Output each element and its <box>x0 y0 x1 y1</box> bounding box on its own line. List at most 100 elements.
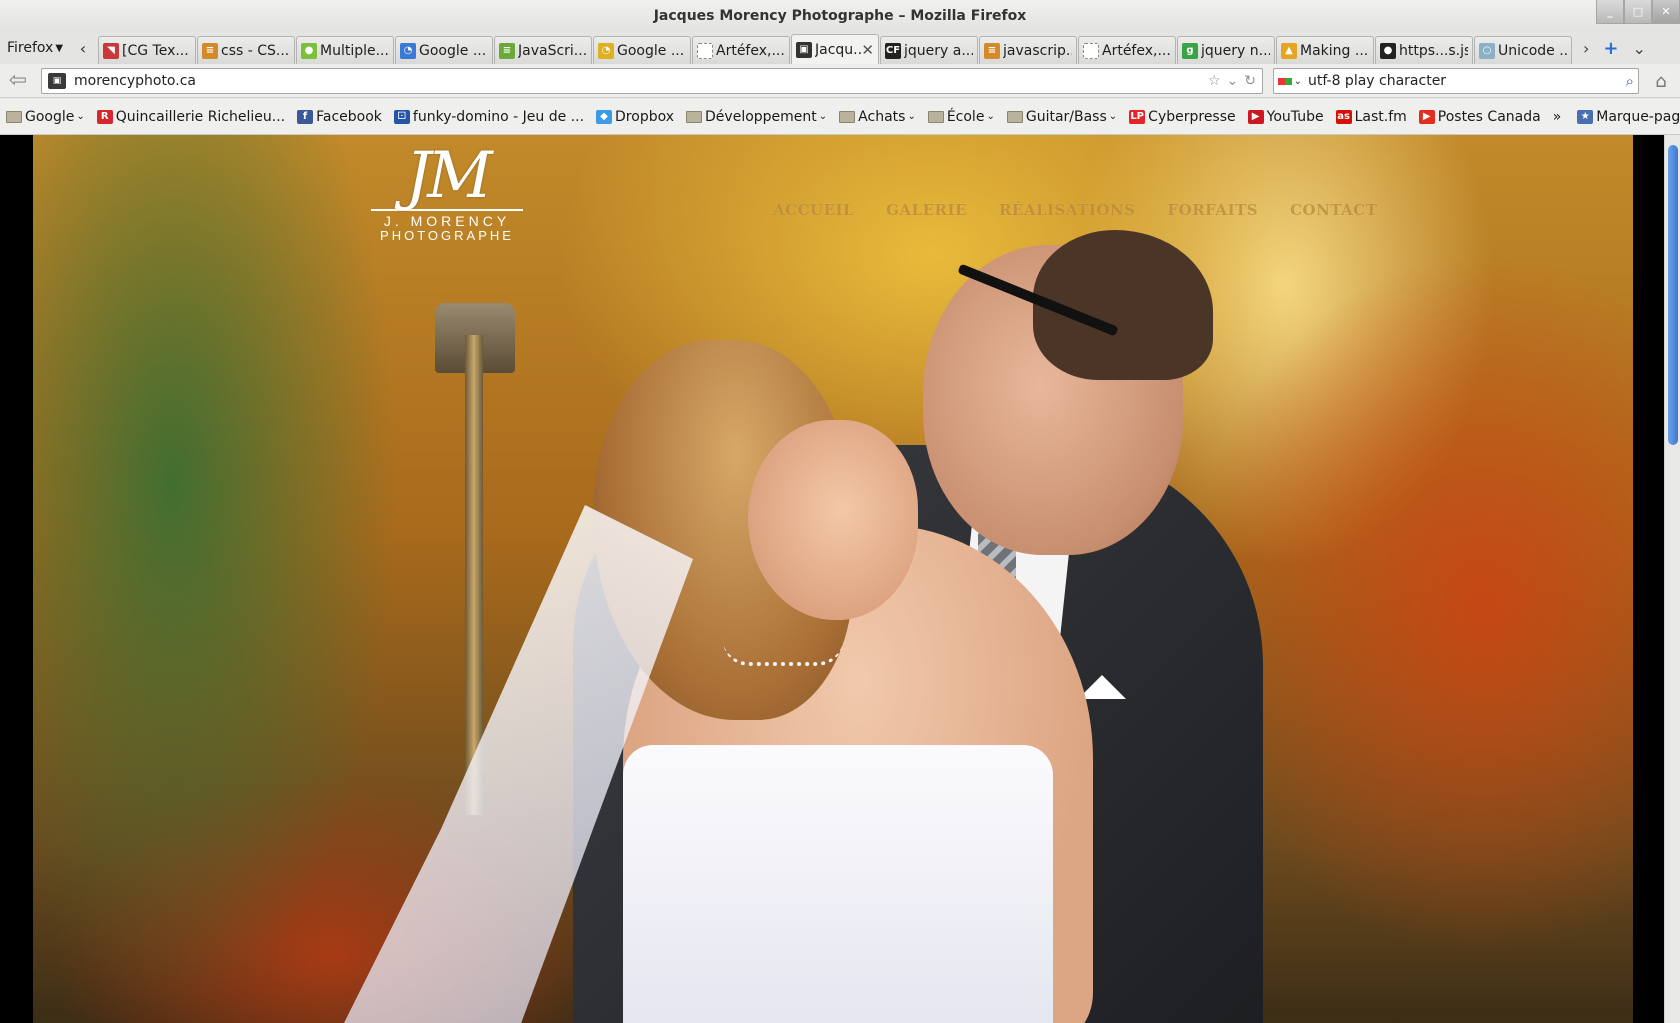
close-window-button[interactable]: ✕ <box>1652 0 1680 24</box>
nav-link-forfaits[interactable]: FORFAITS <box>1167 201 1258 219</box>
hero-wedding-photo: JM J. MORENCY PHOTOGRAPHE ACCUEIL GALERI… <box>33 135 1633 1023</box>
google-search-engine-icon[interactable]: ⌄ <box>1278 72 1302 90</box>
chevron-down-icon: ▼ <box>55 42 64 54</box>
tab-list: ◥ [CG Tex... ≡ css - CS... ● Multiple... ◔ Goog… <box>98 34 1573 64</box>
site-logo[interactable]: JM J. MORENCY PHOTOGRAPHE <box>371 143 523 251</box>
folder-icon <box>6 110 22 123</box>
tab-favicon-icon: ≡ <box>984 42 1000 59</box>
folder-icon <box>1006 110 1023 123</box>
bookmark-item[interactable]: ▶ Postes Canada <box>1418 109 1541 125</box>
nav-link-galerie[interactable]: GALERIE <box>886 201 967 219</box>
folder-icon <box>927 110 944 123</box>
firefox-menu-label: Firefox <box>7 40 54 56</box>
bookmarks-menu-button[interactable]: ★ Marque-pages <box>1577 109 1680 125</box>
tab-label: Artéfex,... <box>1102 42 1171 59</box>
url-text[interactable]: morencyphoto.ca <box>74 73 196 89</box>
tab-favicon-icon: ○ <box>1479 42 1495 59</box>
chevron-down-icon: ⌄ <box>76 111 85 122</box>
scrollbar-thumb[interactable] <box>1668 145 1678 445</box>
browser-tab[interactable]: CF jquery a... <box>880 36 978 64</box>
folder-icon <box>686 110 703 123</box>
tabs-scroll-right-button[interactable]: › <box>1583 39 1589 58</box>
bookmark-item[interactable]: LP Cyberpresse <box>1129 108 1236 125</box>
tab-label: Making ... <box>1300 42 1369 59</box>
firefox-menu-button[interactable]: Firefox ▼ <box>0 32 68 64</box>
bookmark-favicon-icon: ▶ <box>1247 109 1264 124</box>
bookmarks-list: Google ⌄ R Quincaillerie Richelieu... f Faceb… <box>6 109 1553 125</box>
tab-favicon-icon: ▲ <box>1281 42 1297 59</box>
tab-label: Artéfex,... <box>716 42 785 59</box>
back-button[interactable]: ⇦ <box>3 66 33 96</box>
bookmark-item[interactable]: ⚀ funky-domino - Jeu de ... <box>393 109 584 125</box>
wedding-dress <box>623 745 1053 1023</box>
bookmark-folder[interactable]: Google ⌄ <box>6 109 85 125</box>
bookmark-item[interactable]: ◆ Dropbox <box>596 109 674 125</box>
browser-tab[interactable]: ▣ Jacqu... ✕ <box>791 34 879 64</box>
site-navigation: ACCUEIL GALERIE RÉALISATIONS FORFAITS CO… <box>773 201 1377 219</box>
minimize-button[interactable]: _ <box>1596 0 1624 24</box>
browser-tab[interactable]: ◔ Google ... <box>395 36 493 64</box>
nav-link-realisations[interactable]: RÉALISATIONS <box>999 201 1136 219</box>
chevron-down-icon: ⌄ <box>986 111 995 122</box>
bookmarks-overflow-chevron-icon[interactable]: » <box>1553 109 1562 125</box>
bookmark-favicon-icon: ▶ <box>1418 109 1435 124</box>
browser-tab[interactable]: ▲ Making ... <box>1276 36 1374 64</box>
browser-tab[interactable]: ○ Unicode ... <box>1474 36 1572 64</box>
browser-tab[interactable]: ≡ javascrip... <box>979 36 1077 64</box>
bookmark-label: École <box>946 108 985 125</box>
bookmark-favicon-icon: ◆ <box>596 109 613 124</box>
nav-link-contact[interactable]: CONTACT <box>1290 201 1377 219</box>
bookmark-item[interactable]: f Facebook <box>297 109 382 125</box>
bookmarks-toolbar-end: » ★ Marque-pages <box>1553 109 1680 125</box>
url-bar[interactable]: ▣ morencyphoto.ca ☆ ⌄ ↻ <box>41 68 1263 94</box>
bookmark-item[interactable]: R Quincaillerie Richelieu... <box>96 109 285 125</box>
history-dropdown-icon[interactable]: ⌄ <box>1227 73 1239 89</box>
new-tab-button[interactable]: + <box>1603 38 1618 59</box>
tab-list-menu-button[interactable]: ⌄ <box>1633 39 1646 58</box>
browser-tab[interactable]: ● Multiple... <box>296 36 394 64</box>
home-button[interactable]: ⌂ <box>1647 69 1675 93</box>
tab-label: Unicode ... <box>1498 42 1567 59</box>
page-viewport: JM J. MORENCY PHOTOGRAPHE ACCUEIL GALERI… <box>0 135 1680 1023</box>
bookmark-folder[interactable]: Achats ⌄ <box>839 109 916 125</box>
bookmark-label: Cyberpresse <box>1148 108 1236 125</box>
browser-tab[interactable]: g jquery n... <box>1177 36 1275 64</box>
browser-tab[interactable]: ≡ css - CS... <box>197 36 295 64</box>
search-icon[interactable]: ⌕ <box>1626 72 1634 90</box>
browser-tab[interactable]: ● https...s.js <box>1375 36 1473 64</box>
tab-favicon-icon <box>1083 42 1099 59</box>
search-bar[interactable]: ⌄ utf-8 play character ⌕ <box>1273 68 1639 94</box>
navigation-toolbar: ⇦ ▣ morencyphoto.ca ☆ ⌄ ↻ ⌄ utf-8 play c… <box>0 64 1680 98</box>
tab-label: Google ... <box>419 42 487 59</box>
bookmark-favicon-icon: as <box>1335 109 1352 124</box>
nav-link-accueil[interactable]: ACCUEIL <box>773 201 854 219</box>
browser-tab[interactable]: ◔ Google ... <box>593 36 691 64</box>
tab-close-icon[interactable]: ✕ <box>861 41 874 59</box>
maximize-button[interactable]: □ <box>1624 0 1652 24</box>
browser-tab[interactable]: ≡ JavaScri... <box>494 36 592 64</box>
tab-label: jquery n... <box>1201 42 1270 59</box>
browser-tab[interactable]: Artéfex,... <box>1078 36 1176 64</box>
bookmark-item[interactable]: as Last.fm <box>1335 109 1407 125</box>
bookmark-favicon-icon: R <box>96 109 113 124</box>
logo-subtitle: PHOTOGRAPHE <box>380 228 514 243</box>
browser-tab[interactable]: Artéfex,... <box>692 36 790 64</box>
reload-icon[interactable]: ↻ <box>1244 73 1256 89</box>
search-input[interactable]: utf-8 play character <box>1308 73 1446 89</box>
chevron-down-icon: ⌄ <box>818 111 828 122</box>
bookmarks-toolbar: Google ⌄ R Quincaillerie Richelieu... f Faceb… <box>0 99 1680 135</box>
tab-favicon-icon: ◥ <box>103 42 119 59</box>
bride-face <box>748 420 918 620</box>
browser-tab[interactable]: ◥ [CG Tex... <box>98 36 196 64</box>
tabs-scroll-left-button[interactable]: ‹ <box>68 32 98 64</box>
bookmark-label: Développement <box>705 108 817 125</box>
necklace <box>723 640 843 666</box>
bookmark-folder[interactable]: Guitar/Bass ⌄ <box>1006 109 1117 125</box>
bookmark-star-icon[interactable]: ☆ <box>1208 73 1221 89</box>
site-identity-icon[interactable]: ▣ <box>48 73 66 89</box>
page-vertical-scrollbar[interactable] <box>1664 135 1680 1023</box>
tab-label: Jacqu... <box>815 41 862 58</box>
bookmark-folder[interactable]: Développement ⌄ <box>686 109 827 125</box>
bookmark-folder[interactable]: École ⌄ <box>927 108 995 125</box>
bookmark-item[interactable]: ▶ YouTube <box>1247 109 1324 125</box>
